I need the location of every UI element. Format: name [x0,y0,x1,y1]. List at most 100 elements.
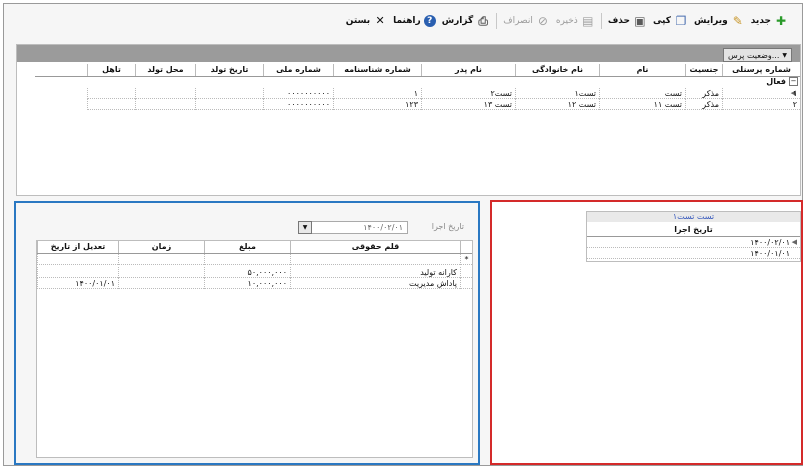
edit-button[interactable]: ✎ ویرایش [694,14,745,28]
group-row[interactable]: − فعال [766,77,798,86]
date-field[interactable]: ۱۴۰۰/۰۲/۰۱ ▼ [298,221,408,234]
table-cell[interactable] [87,99,135,110]
help-button[interactable]: ? راهنما [393,15,436,27]
table-cell[interactable] [87,88,135,99]
table-cell[interactable]: تست ۱۱ [599,99,685,110]
delete-icon: ▣ [634,14,646,28]
copy-icon: ❐ [675,14,687,28]
toolbar: ✚ جدید ✎ ویرایش ❐ کپی ▣ حذف ▤ ذخیره ⊘ ان… [346,10,788,32]
execution-dates-grid[interactable]: تست تست۱ تاریخ اجرا ◀ ۱۴۰۰/۰۲/۰۱ ۱۴۰۰/۰۱… [586,211,801,262]
table-cell[interactable]: ۵۰,۰۰۰,۰۰۰ [204,267,290,278]
add-row-icon[interactable]: * [460,254,472,265]
table-cell[interactable] [37,254,118,265]
salary-grid-header: قلم حقوقی مبلغ زمان تعدیل از تاریخ [37,241,472,254]
table-cell[interactable]: پاداش مدیریت [290,278,460,289]
delete-label: حذف [607,16,630,26]
table-cell[interactable]: ۱ [333,88,421,99]
column-header[interactable]: شماره پرسنلی [722,64,800,76]
table-cell[interactable]: ۰۰۰۰۰۰۰۰۰۰ [263,88,333,99]
row-indicator-header [460,241,472,253]
table-cell[interactable] [204,254,290,265]
table-cell[interactable] [290,254,460,265]
column-header[interactable]: تعدیل از تاریخ [37,241,118,253]
toolbar-separator [496,13,498,29]
column-header[interactable]: شماره ملی [263,64,333,76]
table-cell[interactable] [195,88,263,99]
table-cell[interactable] [195,99,263,110]
table-cell[interactable]: ۰۰۰۰۰۰۰۰۰۰ [263,99,333,110]
window-frame: ✚ جدید ✎ ویرایش ❐ کپی ▣ حذف ▤ ذخیره ⊘ ان… [3,3,803,466]
row-indicator [460,278,472,289]
table-row[interactable]: ۲ مذکر تست ۱۱ تست ۱۲ تست ۱۳ ۱۲۳ ۰۰۰۰۰۰۰۰… [35,99,800,110]
group-chip-label: وضعیت پرس... [728,50,780,60]
group-chip[interactable]: وضعیت پرس... ▼ [723,48,792,62]
cancel-label: انصراف [503,16,533,26]
table-cell[interactable]: ۱ [722,88,800,99]
table-cell[interactable] [118,254,204,265]
table-cell[interactable]: ۱۲۳ [333,99,421,110]
close-button[interactable]: ✕ بستن [346,14,387,28]
table-cell[interactable] [135,99,195,110]
table-cell[interactable]: تست۲ [421,88,515,99]
table-cell[interactable]: کارانه تولید [290,267,460,278]
new-button[interactable]: ✚ جدید [751,14,788,28]
column-header[interactable]: نام خانوادگی [515,64,599,76]
table-cell[interactable]: مذکر [685,99,722,110]
table-cell[interactable] [118,267,204,278]
column-header[interactable]: تاریخ اجرا [587,224,800,237]
cancel-button[interactable]: ⊘ انصراف [503,14,550,28]
personnel-grid-header: شماره پرسنلی جنسیت نام نام خانوادگی نام … [35,64,800,77]
save-button[interactable]: ▤ ذخیره [556,14,595,28]
close-label: بستن [345,16,371,26]
chevron-down-icon: ▼ [782,51,787,59]
table-cell[interactable]: تست۱ [515,88,599,99]
table-cell[interactable]: تست [599,88,685,99]
salary-items-grid[interactable]: قلم حقوقی مبلغ زمان تعدیل از تاریخ * کار… [36,240,473,458]
table-row[interactable]: ۱ مذکر تست تست۱ تست۲ ۱ ۰۰۰۰۰۰۰۰۰۰ [35,88,800,99]
report-button[interactable]: ⎙ گزارش [442,14,491,28]
column-header[interactable]: تاریخ تولد [195,64,263,76]
table-cell[interactable] [37,267,118,278]
column-header[interactable]: قلم حقوقی [290,241,460,253]
toolbar-separator [600,13,602,29]
collapse-icon[interactable]: − [789,77,798,86]
table-cell[interactable]: ۱۴۰۰/۰۲/۰۱ [750,237,790,248]
dropdown-button[interactable]: ▼ [298,221,312,234]
table-cell[interactable]: ۱۰,۰۰۰,۰۰۰ [204,278,290,289]
printer-icon: ⎙ [478,14,489,28]
column-header[interactable]: زمان [118,241,204,253]
table-cell[interactable]: مذکر [685,88,722,99]
table-row[interactable]: پاداش مدیریت ۱۰,۰۰۰,۰۰۰ ۱۴۰۰/۰۱/۰۱ [37,278,472,289]
copy-label: کپی [652,16,671,26]
column-header[interactable]: مبلغ [204,241,290,253]
column-header[interactable]: تاهل [87,64,135,76]
table-cell[interactable] [135,88,195,99]
copy-button[interactable]: ❐ کپی [653,14,688,28]
table-cell[interactable]: تست ۱۳ [421,99,515,110]
column-header[interactable]: نام [599,64,685,76]
plus-icon: ✚ [775,14,787,28]
execution-dates-panel: تست تست۱ تاریخ اجرا ◀ ۱۴۰۰/۰۲/۰۱ ۱۴۰۰/۰۱… [490,200,803,465]
column-header[interactable]: نام پدر [421,64,515,76]
column-header[interactable]: شماره شناسنامه [333,64,421,76]
column-header[interactable]: محل تولد [135,64,195,76]
table-row[interactable]: کارانه تولید ۵۰,۰۰۰,۰۰۰ [37,267,472,278]
new-row[interactable]: * [37,254,472,265]
group-label: فعال [766,77,786,86]
grid-title: تست تست۱ [587,212,800,222]
table-cell[interactable] [118,278,204,289]
table-cell[interactable]: ۱۴۰۰/۰۱/۰۱ [37,278,118,289]
save-label: ذخیره [555,16,578,26]
new-label: جدید [750,16,771,26]
personnel-grid[interactable]: وضعیت پرس... ▼ شماره پرسنلی جنسیت نام نا… [16,44,801,196]
table-cell[interactable]: ۱۴۰۰/۰۱/۰۱ [750,248,790,259]
pencil-icon: ✎ [732,14,743,28]
table-row[interactable]: ۱۴۰۰/۰۲/۰۱ [587,237,800,248]
table-cell[interactable]: ۲ [722,99,800,110]
table-cell[interactable]: تست ۱۲ [515,99,599,110]
column-header[interactable]: جنسیت [685,64,722,76]
date-value: ۱۴۰۰/۰۲/۰۱ [363,223,403,232]
table-row[interactable]: ۱۴۰۰/۰۱/۰۱ [587,248,800,259]
edit-label: ویرایش [693,16,728,26]
delete-button[interactable]: ▣ حذف [608,14,647,28]
